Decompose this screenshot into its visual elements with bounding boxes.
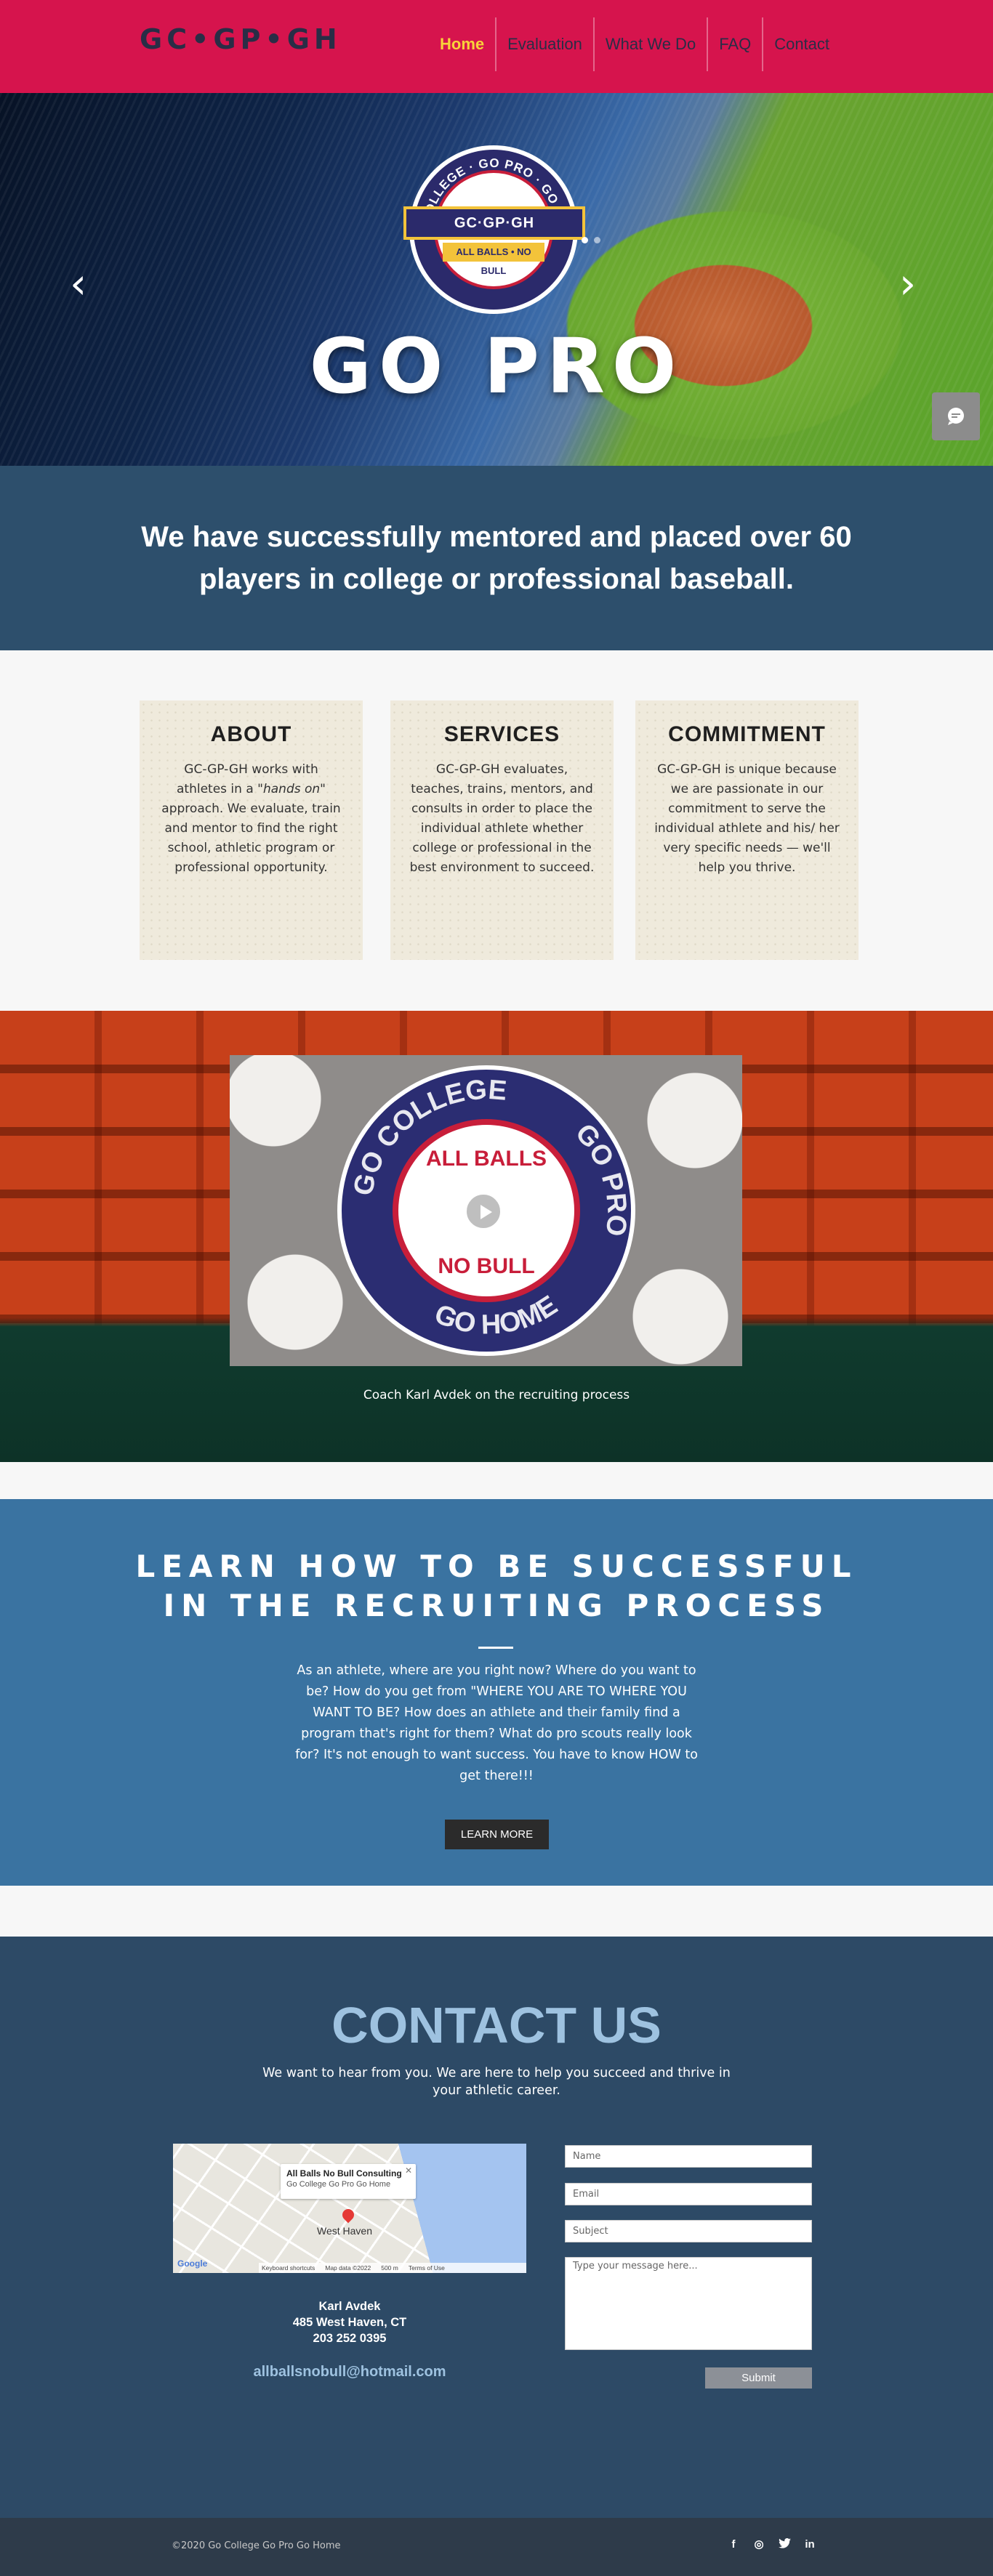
map-info-card: All Balls No Bull Consulting Go College …	[281, 2164, 416, 2199]
chevron-right-icon[interactable]: ›	[899, 262, 921, 305]
emblem-banner: GC·GP·GH	[403, 206, 585, 240]
contact-subtitle: We want to hear from you. We are here to…	[262, 2066, 731, 2098]
nav-home[interactable]: Home	[429, 17, 497, 71]
map-terms[interactable]: Terms of Use	[409, 2263, 445, 2273]
learn-body: As an athlete, where are you right now? …	[295, 1663, 698, 1783]
close-icon[interactable]: ✕	[405, 2165, 412, 2176]
card-services: SERVICES GC-GP-GH evaluates, teaches, tr…	[390, 700, 614, 960]
video-badge-inner-top: ALL BALLS	[425, 1147, 547, 1171]
instagram-icon[interactable]: ◎	[752, 2538, 765, 2551]
contact-name: Karl Avdek	[318, 2300, 381, 2313]
hero-emblem-logo: GO COLLEGE · GO PRO · GO HOME GC·GP·GH A…	[403, 145, 585, 314]
slide-dot-2[interactable]	[594, 237, 600, 243]
contact-title: CONTACT US	[331, 1997, 662, 2054]
site-footer: ©2020 Go College Go Pro Go Home f ◎ in	[0, 2518, 993, 2576]
message-field[interactable]	[565, 2257, 812, 2350]
card-commitment-title: COMMITMENT	[668, 722, 826, 746]
submit-button[interactable]: Submit	[705, 2367, 812, 2389]
name-field[interactable]	[565, 2145, 812, 2168]
video-section: GO COLLEGE GO PRO GO HOME ALL BALLS NO B…	[0, 1011, 993, 1462]
mentor-statement: We have successfully mentored and placed…	[141, 521, 852, 595]
card-services-text: GC-GP-GH evaluates, teaches, trains, men…	[409, 762, 595, 875]
mentor-banner: We have successfully mentored and placed…	[0, 466, 993, 650]
info-cards-section: ABOUT GC-GP-GH works with athletes in a …	[0, 650, 993, 1011]
main-nav: Home Evaluation What We Do FAQ Contact	[429, 17, 840, 71]
video-caption: Coach Karl Avdek on the recruiting proce…	[363, 1388, 630, 1402]
contact-details: Karl Avdek 485 West Haven, CT 203 252 03…	[173, 2298, 526, 2346]
card-commitment-text: GC-GP-GH is unique because we are passio…	[654, 762, 840, 875]
divider	[478, 1647, 513, 1649]
contact-section: CONTACT US We want to hear from you. We …	[0, 1937, 993, 2518]
card-about: ABOUT GC-GP-GH works with athletes in a …	[140, 700, 363, 960]
video-badge-inner-bottom: NO BULL	[438, 1254, 535, 1278]
twitter-bird-glyph	[778, 2537, 791, 2548]
map-scale: 500 m	[381, 2264, 398, 2272]
nav-what-we-do[interactable]: What We Do	[595, 17, 709, 71]
learn-title: LEARN HOW TO BE SUCCESSFUL IN THE RECRUI…	[135, 1549, 858, 1623]
site-logo[interactable]: GC•GP•GH	[140, 23, 342, 55]
contact-email-link[interactable]: allballsnobull@hotmail.com	[173, 2364, 526, 2381]
card-about-text: GC-GP-GH works with athletes in a "hands…	[161, 762, 341, 875]
card-services-title: SERVICES	[443, 722, 560, 746]
slide-indicators	[582, 237, 600, 243]
video-player[interactable]: GO COLLEGE GO PRO GO HOME ALL BALLS NO B…	[230, 1055, 742, 1366]
contact-phone: 203 252 0395	[313, 2332, 387, 2345]
facebook-icon[interactable]: f	[727, 2538, 740, 2551]
slide-dot-1[interactable]	[582, 237, 588, 243]
hero-title: GO PRO	[309, 322, 684, 411]
chat-button[interactable]	[932, 392, 980, 440]
card-about-title: ABOUT	[210, 722, 292, 746]
learn-section: LEARN HOW TO BE SUCCESSFUL IN THE RECRUI…	[0, 1499, 993, 1886]
location-map[interactable]: All Balls No Bull Consulting Go College …	[173, 2144, 526, 2273]
social-links: f ◎ in	[727, 2537, 816, 2551]
chevron-left-icon[interactable]: ‹	[70, 262, 92, 305]
site-header: GC•GP•GH Home Evaluation What We Do FAQ …	[0, 0, 993, 93]
copyright: ©2020 Go College Go Pro Go Home	[172, 2540, 341, 2551]
google-logo: Google	[177, 2258, 208, 2269]
twitter-icon[interactable]	[778, 2537, 791, 2551]
nav-contact[interactable]: Contact	[763, 17, 840, 71]
learn-more-button[interactable]: LEARN MORE	[445, 1820, 549, 1849]
map-keyboard-shortcuts[interactable]: Keyboard shortcuts	[262, 2263, 315, 2273]
hero-slideshow: GO COLLEGE · GO PRO · GO HOME GC·GP·GH A…	[0, 93, 993, 466]
nav-evaluation[interactable]: Evaluation	[496, 17, 595, 71]
nav-faq[interactable]: FAQ	[708, 17, 764, 71]
map-data: Map data ©2022	[325, 2264, 371, 2272]
contact-address: 485 West Haven, CT	[292, 2316, 407, 2329]
emblem-subbanner: ALL BALLS • NO BULL	[443, 243, 544, 276]
subject-field[interactable]	[565, 2220, 812, 2242]
map-footer: Keyboard shortcuts Map data ©2022 500 m …	[259, 2263, 526, 2273]
linkedin-icon[interactable]: in	[803, 2538, 816, 2551]
map-pin-icon[interactable]	[339, 2206, 357, 2224]
card-commitment: COMMITMENT GC-GP-GH is unique because we…	[635, 700, 859, 960]
play-icon[interactable]	[465, 1193, 502, 1230]
map-card-title: All Balls No Bull Consulting	[286, 2168, 402, 2179]
email-field[interactable]	[565, 2183, 812, 2205]
chat-icon	[948, 408, 964, 425]
map-card-subtitle: Go College Go Pro Go Home	[286, 2180, 391, 2189]
map-place-label: West Haven	[317, 2225, 372, 2237]
